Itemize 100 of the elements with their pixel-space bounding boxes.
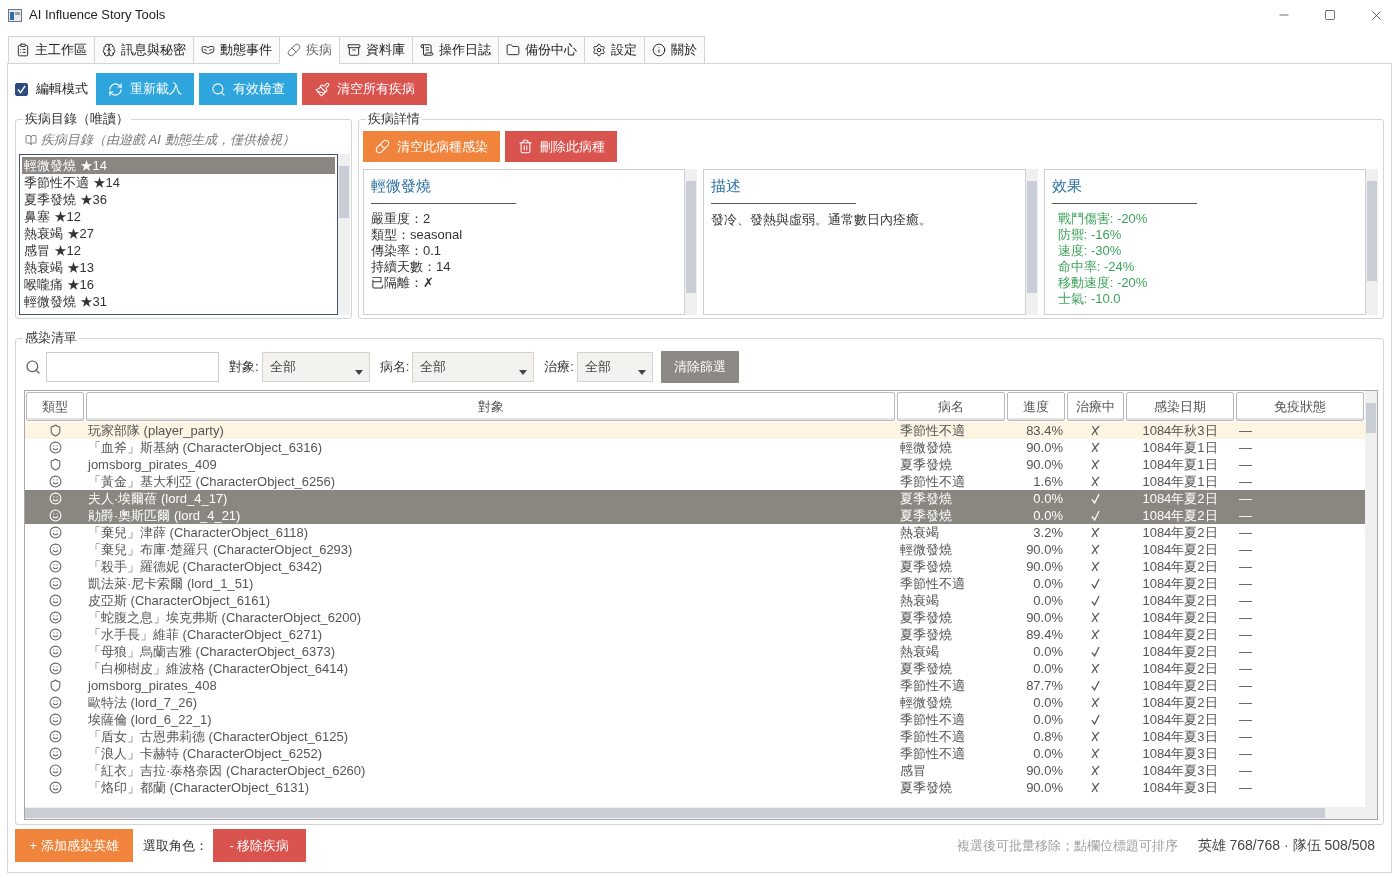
scrollbar[interactable] xyxy=(685,169,698,315)
scrollbar[interactable] xyxy=(338,154,350,315)
table-cell-text: 1084年夏3日 xyxy=(1141,762,1219,779)
table-row[interactable]: 「母狼」烏蘭吉雅 (CharacterObject_6373) 熱衰竭 0.0% 1084年夏2日 — xyxy=(25,643,1365,660)
tab[interactable]: 資料庫 xyxy=(339,36,413,64)
checkbox[interactable] xyxy=(15,82,28,96)
tab[interactable]: 動態事件 xyxy=(193,36,280,64)
column-header[interactable]: 病名 xyxy=(897,392,1005,421)
table-cell-text: 夏季發燒 xyxy=(899,490,953,507)
action-button[interactable]: 清空所有疾病 xyxy=(302,73,427,105)
table-row[interactable]: 埃薩倫 (lord_6_22_1) 季節性不適 0.0% 1084年夏2日 — xyxy=(25,711,1365,728)
table-row[interactable]: 「紅衣」吉拉·泰格奈因 (CharacterObject_6260) 感冒 90.0% 1084年夏3日 — xyxy=(25,762,1365,779)
list-item[interactable]: 鼻塞 ★12 xyxy=(22,208,335,225)
list-item[interactable]: 喉嚨痛 ★16 xyxy=(22,276,335,293)
list-item[interactable]: 熱衰竭 ★27 xyxy=(22,225,335,242)
table-cell-text: 「棄兒」津薛 (CharacterObject_6118) xyxy=(87,524,310,541)
table-row[interactable]: 凱法萊·尼卡索爾 (lord_1_51) 季節性不適 0.0% 1084年夏2日 — xyxy=(25,575,1365,592)
table-cell-text: 1084年夏2日 xyxy=(1141,626,1219,643)
table-cell-text: 夏季發燒 xyxy=(899,626,953,643)
table-cell-text: 「殺手」羅德妮 (CharacterObject_6342) xyxy=(87,558,324,575)
table-cell-text: 1084年夏3日 xyxy=(1141,728,1219,745)
table-cell-text: 1084年夏1日 xyxy=(1141,473,1219,490)
group-title: 疾病詳情 xyxy=(366,110,422,127)
search-field[interactable] xyxy=(46,352,219,382)
table-row[interactable]: 「白柳樹皮」維波格 (CharacterObject_6414) 夏季發燒 0.0% 1084年夏2日 — xyxy=(25,660,1365,677)
table-row[interactable]: 「盾女」古恩弗莉德 (CharacterObject_6125) 季節性不適 0.8% 1084年夏3日 — xyxy=(25,728,1365,745)
scrollbar[interactable] xyxy=(1365,391,1377,807)
table-cell-text: 埃薩倫 (lord_6_22_1) xyxy=(87,711,213,728)
table-row[interactable]: 「水手長」維菲 (CharacterObject_6271) 夏季發燒 89.4% 1084年夏2日 — xyxy=(25,626,1365,643)
effect-line: 移動速度: -20% xyxy=(1056,275,1149,291)
table-row[interactable]: 「殺手」羅德妮 (CharacterObject_6342) 夏季發燒 90.0% 1084年夏2日 — xyxy=(25,558,1365,575)
tab[interactable]: 疾病 xyxy=(279,36,340,64)
list-item[interactable]: 感冒 ★12 xyxy=(22,242,335,259)
search-icon xyxy=(25,359,41,375)
tab[interactable]: 訊息與秘密 xyxy=(94,36,194,64)
table-cell-text: 熱衰竭 xyxy=(899,592,940,609)
list-item[interactable]: 夏季發燒 ★36 xyxy=(22,191,335,208)
table-cell-text: 0.0% xyxy=(1032,694,1064,711)
column-header[interactable]: 類型 xyxy=(26,392,84,421)
table-row[interactable]: 「棄兒」津薛 (CharacterObject_6118) 熱衰竭 3.2% 1084年夏2日 — xyxy=(25,524,1365,541)
column-header[interactable]: 對象 xyxy=(86,392,895,421)
column-header[interactable]: 治療中 xyxy=(1067,392,1124,421)
column-header[interactable]: 免疫狀態 xyxy=(1236,392,1364,421)
group-title: 感染清單 xyxy=(23,329,79,346)
dropdown[interactable]: 全部 xyxy=(576,352,653,382)
table-row[interactable]: 勛爵·奧斯匹爾 (lord_4_21) 夏季發燒 0.0% 1084年夏2日 — xyxy=(25,507,1365,524)
folder-icon xyxy=(506,43,520,57)
table-cell-text: 1084年夏2日 xyxy=(1141,490,1219,507)
table-cell-text: — xyxy=(1238,473,1253,490)
maximize-icon xyxy=(1324,9,1336,21)
brain-icon xyxy=(102,43,116,57)
table-cell-text: 1084年夏2日 xyxy=(1141,592,1219,609)
list-item[interactable]: 輕微發燒 ★31 xyxy=(22,293,335,310)
table-cell-text: 季節性不適 xyxy=(899,575,966,592)
panel-heading: 輕微發燒 xyxy=(371,176,432,196)
dropdown[interactable]: 全部 xyxy=(261,352,370,382)
table-cell-text: 1084年夏1日 xyxy=(1141,456,1219,473)
table-row[interactable]: 「浪人」卡赫特 (CharacterObject_6252) 季節性不適 0.0% 1084年夏3日 — xyxy=(25,745,1365,762)
table-cell-text: 熱衰竭 xyxy=(899,643,940,660)
table-cell-text: 季節性不適 xyxy=(899,473,966,490)
table-row[interactable]: 歐特法 (lord_7_26) 輕微發燒 0.0% 1084年夏2日 — xyxy=(25,694,1365,711)
table-row[interactable]: 皮亞斯 (CharacterObject_6161) 熱衰竭 0.0% 1084年夏2日 — xyxy=(25,592,1365,609)
table-cell-text: 1084年夏3日 xyxy=(1141,745,1219,762)
remove-disease-button[interactable]: - 移除疾病 xyxy=(213,829,306,862)
tab[interactable]: 備份中心 xyxy=(498,36,585,64)
tab[interactable]: 設定 xyxy=(584,36,645,64)
table-cell-text: — xyxy=(1238,422,1253,439)
table-row[interactable]: 「蛇腹之息」埃克弗斯 (CharacterObject_6200) 夏季發燒 90.0% 1084年夏2日 — xyxy=(25,609,1365,626)
table-cell-text: 夏季發燒 xyxy=(899,507,953,524)
table-row[interactable]: jomsborg_pirates_408 季節性不適 87.7% 1084年夏2日 — xyxy=(25,677,1365,694)
tab[interactable]: 操作日誌 xyxy=(412,36,499,64)
table-row[interactable]: 「血斧」斯基納 (CharacterObject_6316) 輕微發燒 90.0% 1084年夏1日 — xyxy=(25,439,1365,456)
column-header[interactable]: 進度 xyxy=(1007,392,1065,421)
column-header[interactable]: 感染日期 xyxy=(1126,392,1234,421)
dropdown[interactable]: 全部 xyxy=(412,352,535,382)
archive-icon xyxy=(347,43,361,57)
check-icon xyxy=(17,84,26,94)
mask-icon xyxy=(201,43,215,57)
table-cell-text: 「母狼」烏蘭吉雅 (CharacterObject_6373) xyxy=(87,643,337,660)
effect-line: 命中率: -24% xyxy=(1056,259,1136,275)
list-item[interactable]: 熱衰竭 ★13 xyxy=(22,259,335,276)
table-cell-text: 0.0% xyxy=(1032,575,1064,592)
table-row[interactable]: 「烙印」都蘭 (CharacterObject_6131) 夏季發燒 90.0% 1084年夏3日 — xyxy=(25,779,1365,796)
table-row[interactable]: 「棄兒」布庫·楚羅只 (CharacterObject_6293) 輕微發燒 90.0% 1084年夏2日 — xyxy=(25,541,1365,558)
list-item[interactable]: 季節性不適 ★14 xyxy=(22,174,335,191)
table-cell-text: — xyxy=(1238,677,1253,694)
table-cell-text: 夏季發燒 xyxy=(899,660,953,677)
scrollbar[interactable] xyxy=(25,807,1377,819)
scrollbar[interactable] xyxy=(1366,169,1378,315)
list-item[interactable]: 輕微發燒 ★14 xyxy=(22,157,335,174)
table-cell-text: 夫人·埃爾蓓 (lord_4_17) xyxy=(87,490,229,507)
action-button[interactable]: 刪除此病種 xyxy=(505,131,617,162)
table-row[interactable]: 玩家部隊 (player_party) 季節性不適 83.4% 1084年秋3日 — xyxy=(25,422,1365,439)
table-row[interactable]: 「黃金」基大利亞 (CharacterObject_6256) 季節性不適 1.6% 1084年夏1日 — xyxy=(25,473,1365,490)
tab[interactable]: 關於 xyxy=(644,36,705,64)
tab[interactable]: 主工作區 xyxy=(8,36,95,64)
table-cell-text: 90.0% xyxy=(1025,456,1064,473)
table-row[interactable]: jomsborg_pirates_409 夏季發燒 90.0% 1084年夏1日 — xyxy=(25,456,1365,473)
table-cell-text: 「紅衣」吉拉·泰格奈因 (CharacterObject_6260) xyxy=(87,762,367,779)
table-row[interactable]: 夫人·埃爾蓓 (lord_4_17) 夏季發燒 0.0% 1084年夏2日 — xyxy=(25,490,1365,507)
